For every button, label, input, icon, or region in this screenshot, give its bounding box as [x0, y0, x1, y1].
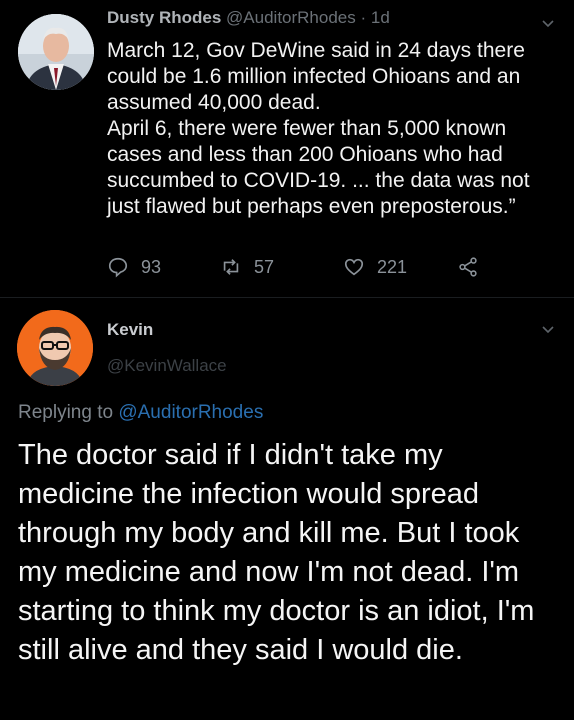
replying-to: Replying to @AuditorRhodes [18, 402, 263, 424]
replying-mention-link[interactable]: @AuditorRhodes [118, 402, 263, 423]
avatar[interactable] [18, 14, 94, 90]
replying-label: Replying to [18, 402, 114, 423]
tweet-reply: Kevin @KevinWallace Replying to @Auditor… [0, 298, 574, 720]
author-handle[interactable]: @AuditorRhodes [226, 8, 356, 27]
like-button[interactable]: 221 [343, 256, 407, 278]
reply-icon [108, 257, 128, 278]
tweet-original: Dusty Rhodes @AuditorRhodes · 1d March 1… [0, 0, 574, 300]
tweet-text: March 12, Gov DeWine said in 24 days the… [107, 38, 557, 220]
retweet-icon [223, 259, 239, 275]
author-name[interactable]: Kevin [107, 320, 153, 340]
author-handle[interactable]: @KevinWallace [107, 356, 227, 376]
retweet-count: 57 [254, 256, 275, 277]
retweet-button[interactable]: 57 [220, 256, 274, 278]
tweet-text: The doctor said if I didn't take my medi… [18, 439, 535, 666]
chevron-down-icon[interactable] [540, 16, 556, 32]
share-button[interactable] [457, 256, 491, 278]
reply-count: 93 [141, 256, 162, 277]
tweet-time[interactable]: 1d [371, 8, 390, 27]
heart-icon [344, 258, 364, 276]
tweet-header: Dusty Rhodes @AuditorRhodes · 1d [107, 8, 390, 27]
tweet-actions: 93 57 221 [107, 256, 507, 280]
author-name[interactable]: Dusty Rhodes [107, 8, 221, 27]
like-count: 221 [377, 256, 408, 277]
avatar-photo-man-suit-icon [18, 14, 94, 90]
chevron-down-icon[interactable] [540, 322, 556, 338]
share-icon [459, 257, 477, 277]
reply-button[interactable]: 93 [107, 256, 161, 278]
avatar-illustration-bearded-man-icon [17, 310, 93, 386]
tweet-paragraph: March 12, Gov DeWine said in 24 days the… [107, 39, 525, 114]
tweet-paragraph: April 6, there were fewer than 5,000 kno… [107, 117, 530, 218]
avatar[interactable] [17, 310, 93, 386]
